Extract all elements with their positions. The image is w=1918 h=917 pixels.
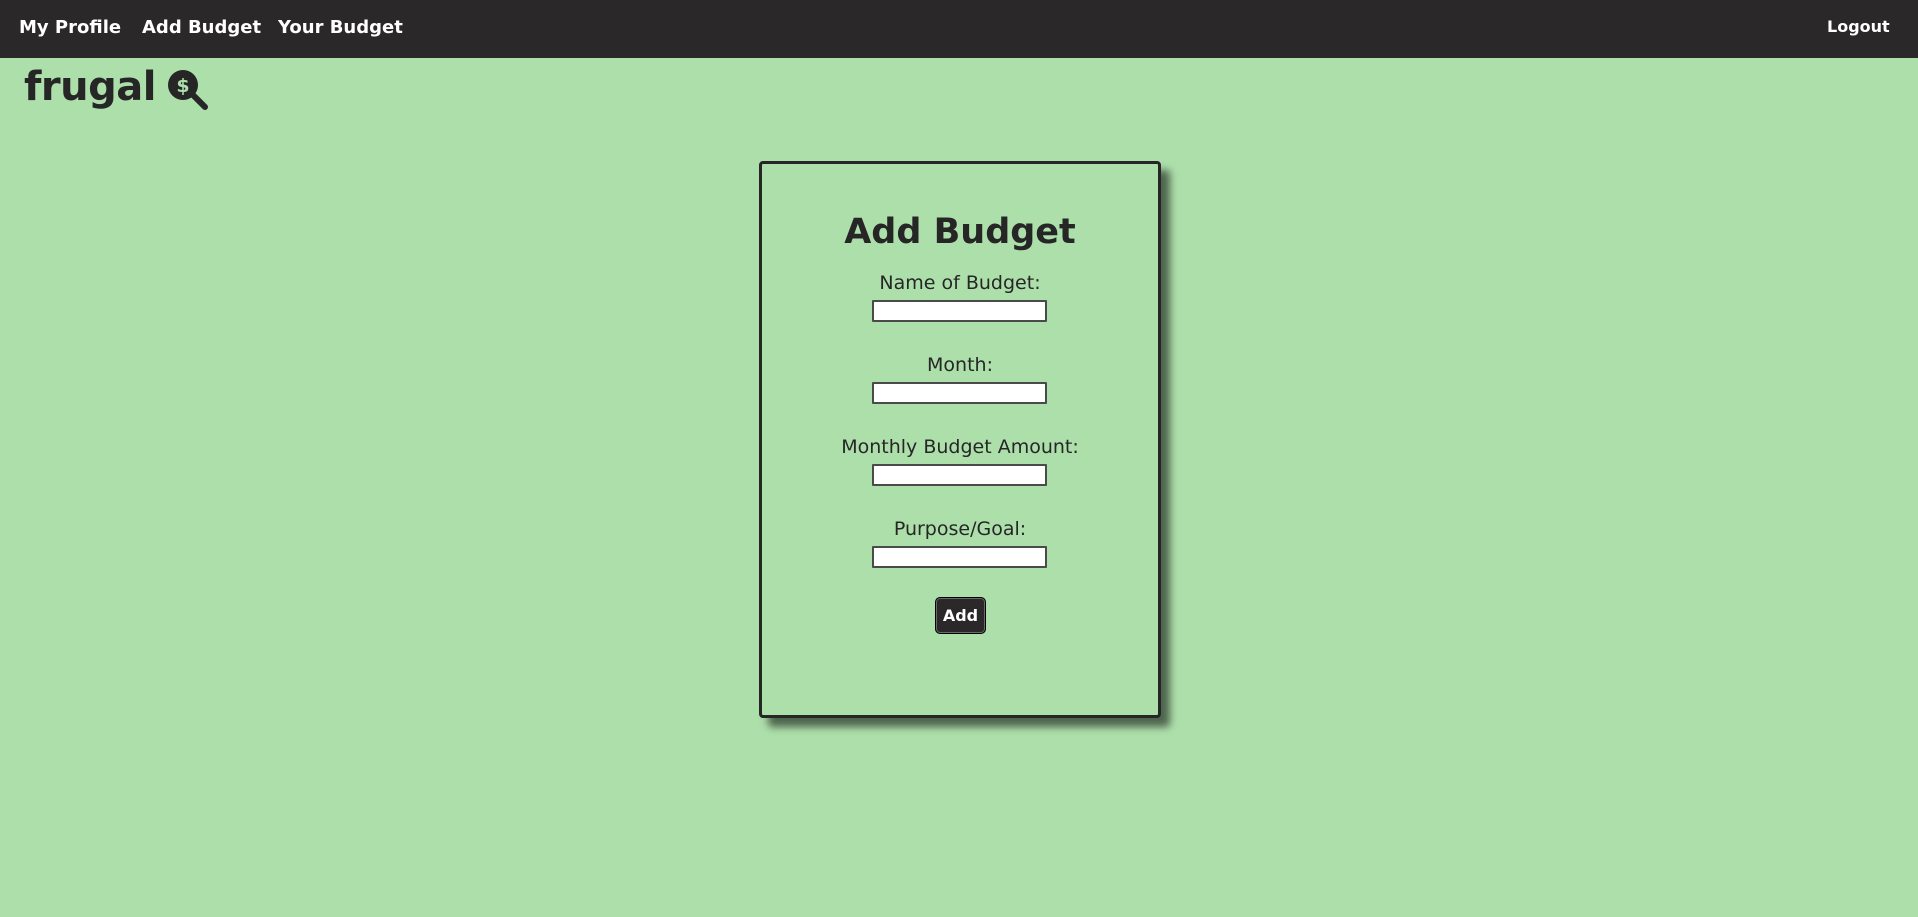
purpose-goal-label: Purpose/Goal: — [893, 518, 1027, 540]
budget-name-label: Name of Budget: — [879, 272, 1041, 294]
monthly-amount-label: Monthly Budget Amount: — [841, 436, 1079, 458]
svg-text:$: $ — [176, 75, 189, 97]
magnifier-dollar-icon: $ — [167, 70, 208, 110]
purpose-goal-input[interactable] — [872, 546, 1047, 568]
month-label: Month: — [927, 354, 993, 376]
add-budget-card: Add Budget Name of Budget: Month: Monthl… — [759, 161, 1161, 718]
month-input[interactable] — [872, 382, 1047, 404]
add-button[interactable]: Add — [935, 597, 986, 634]
budget-name-input[interactable] — [872, 300, 1047, 322]
form-title: Add Budget — [844, 212, 1076, 252]
nav-my-profile-link[interactable]: My Profile — [19, 17, 121, 39]
nav-logout-link[interactable]: Logout — [1827, 16, 1890, 38]
brand-logo: frugal $ — [24, 62, 208, 112]
top-navbar: My Profile Add Budget Your Budget Logout — [0, 0, 1918, 58]
nav-add-budget-link[interactable]: Add Budget — [142, 17, 261, 39]
brand-name: frugal — [24, 64, 156, 110]
nav-your-budget-link[interactable]: Your Budget — [278, 17, 403, 39]
monthly-amount-input[interactable] — [872, 464, 1047, 486]
